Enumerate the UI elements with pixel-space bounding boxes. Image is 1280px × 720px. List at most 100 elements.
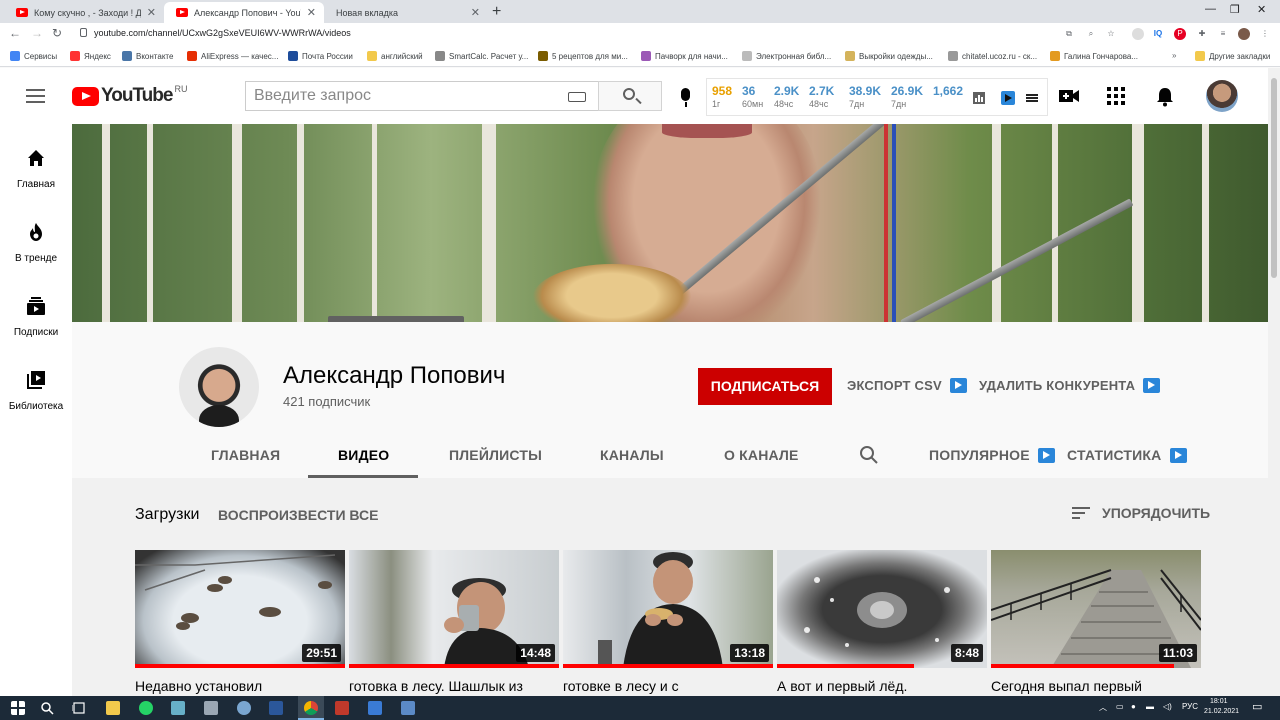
bar-chart-icon[interactable] (972, 91, 986, 105)
video-thumbnail[interactable]: 8:48 (777, 550, 987, 668)
puzzle-extensions-icon[interactable]: ✚ (1196, 28, 1208, 40)
video-thumbnail[interactable]: 14:48 (349, 550, 559, 668)
browser-tab-active[interactable]: Александр Попович - YouTube ✕ (164, 2, 324, 23)
whatsapp-icon[interactable] (139, 701, 153, 715)
video-title[interactable]: А вот и первый лёд. (777, 678, 987, 694)
bookmark-item[interactable]: AliExpress — качес... (187, 51, 278, 61)
create-video-icon[interactable] (1058, 87, 1080, 105)
remove-competitor-button[interactable]: УДАЛИТЬ КОНКУРЕНТА (979, 378, 1161, 393)
bookmark-item[interactable]: Другие закладки (1195, 51, 1270, 61)
menu-dots-icon[interactable]: ⋮ (1259, 28, 1271, 40)
keyboard-icon[interactable] (568, 92, 586, 102)
zoom-icon[interactable]: ⌕ (1085, 28, 1097, 40)
reading-list-icon[interactable]: ≡ (1217, 28, 1229, 40)
open-external-icon[interactable]: ⧉ (1063, 28, 1075, 40)
video-card[interactable]: 14:48 готовка в лесу. Шашлык из (349, 550, 559, 694)
notification-center-icon[interactable]: ▭ (1252, 700, 1262, 713)
account-avatar[interactable] (1206, 80, 1238, 112)
microphone-icon[interactable] (681, 88, 690, 107)
youtube-logo[interactable]: YouTube RU (72, 84, 187, 107)
clock-time[interactable]: 18:01 (1210, 698, 1228, 705)
tab-popular[interactable]: ПОПУЛЯРНОЕ (929, 447, 1055, 463)
tray-battery-icon[interactable]: ▬ (1146, 702, 1154, 711)
tray-volume-icon[interactable]: ◁) (1163, 702, 1172, 711)
bookmark-item[interactable]: Электронная библ... (742, 51, 831, 61)
close-window-icon[interactable]: ✕ (1257, 3, 1266, 16)
vidiq-icon[interactable] (1001, 91, 1015, 105)
video-thumbnail[interactable]: 29:51 (135, 550, 345, 668)
bookmark-star-icon[interactable]: ☆ (1105, 28, 1117, 40)
search-button[interactable] (598, 81, 662, 111)
bookmark-item[interactable]: Яндекс (70, 51, 111, 61)
back-icon[interactable]: ← (9, 26, 21, 40)
more-bookmarks-icon[interactable]: » (1172, 51, 1176, 60)
bookmark-item[interactable]: 5 рецептов для ми... (538, 51, 628, 61)
export-csv-button[interactable]: ЭКСПОРТ CSV (847, 378, 967, 393)
video-card[interactable]: 8:48 А вот и первый лёд. (777, 550, 987, 694)
close-icon[interactable]: ✕ (307, 6, 316, 19)
browser-tab[interactable]: Кому скучно , - Заходи ! Донат ... ✕ (4, 2, 164, 23)
app-icon[interactable] (237, 701, 251, 715)
video-card[interactable]: 29:51 Недавно установил (135, 550, 345, 694)
close-icon[interactable]: ✕ (147, 6, 156, 19)
video-title[interactable]: готовка в лесу. Шашлык из (349, 678, 559, 694)
profile-avatar-icon[interactable] (1238, 28, 1250, 40)
forward-icon[interactable]: → (31, 26, 43, 40)
sort-button[interactable]: УПОРЯДОЧИТЬ (1072, 505, 1210, 521)
close-icon[interactable]: ✕ (471, 6, 480, 19)
windows-start-icon[interactable] (11, 701, 25, 715)
tab-statistics[interactable]: СТАТИСТИКА (1067, 447, 1187, 463)
input-language[interactable]: РУС (1182, 702, 1198, 711)
page-scrollbar[interactable] (1268, 68, 1280, 696)
video-card[interactable]: 11:03 Сегодня выпал первый (991, 550, 1201, 694)
video-card[interactable]: 13:18 готовке в лесу и с (563, 550, 773, 694)
pinterest-icon[interactable]: P (1174, 28, 1186, 40)
tab-channels[interactable]: КАНАЛЫ (600, 447, 664, 463)
chrome-icon[interactable] (304, 701, 318, 715)
word-icon[interactable] (269, 701, 283, 715)
app-icon[interactable] (368, 701, 382, 715)
video-title[interactable]: Сегодня выпал первый (991, 678, 1201, 694)
tray-network-icon[interactable]: ▭ (1116, 702, 1124, 711)
calculator-app-icon[interactable] (401, 701, 415, 715)
clock-date[interactable]: 21.02.2021 (1204, 708, 1239, 715)
scrollbar-thumb[interactable] (1271, 78, 1277, 278)
video-thumbnail[interactable]: 13:18 (563, 550, 773, 668)
app-icon[interactable] (171, 701, 185, 715)
guide-item-library[interactable]: Библиотека (0, 370, 72, 412)
channel-avatar[interactable] (179, 347, 259, 427)
subscribe-button[interactable]: ПОДПИСАТЬСЯ (698, 368, 832, 405)
video-editor-icon[interactable] (335, 701, 349, 715)
apps-icon[interactable] (1107, 87, 1125, 105)
bookmark-item[interactable]: Выкройки одежды... (845, 51, 933, 61)
app-icon[interactable] (204, 701, 218, 715)
notifications-bell-icon[interactable] (1156, 87, 1174, 107)
bookmark-item[interactable]: chitatel.ucoz.ru - ск... (948, 51, 1037, 61)
file-explorer-icon[interactable] (106, 701, 120, 715)
video-thumbnail[interactable]: 11:03 (991, 550, 1201, 668)
search-input[interactable] (246, 82, 546, 110)
list-menu-icon[interactable] (1025, 91, 1039, 105)
bookmark-item[interactable]: английский (367, 51, 423, 61)
tab-home[interactable]: ГЛАВНАЯ (211, 447, 280, 463)
browser-tab[interactable]: Новая вкладка ✕ (324, 2, 488, 23)
tab-playlists[interactable]: ПЛЕЙЛИСТЫ (449, 447, 542, 463)
guide-item-home[interactable]: Главная (0, 148, 72, 190)
extension-icon[interactable] (1132, 28, 1144, 40)
guide-item-trending[interactable]: В тренде (0, 222, 72, 264)
bookmark-item[interactable]: Сервисы (10, 51, 57, 61)
tab-videos[interactable]: ВИДЕО (338, 447, 389, 463)
bookmark-item[interactable]: SmartCalc. Расчет у... (435, 51, 528, 61)
bookmark-item[interactable]: Вконтакте (122, 51, 173, 61)
guide-menu-icon[interactable] (26, 89, 45, 103)
tray-chevron-icon[interactable]: ︿ (1099, 702, 1107, 713)
bookmark-item[interactable]: Почта России (288, 51, 353, 61)
bookmark-item[interactable]: Галина Гончарова... (1050, 51, 1138, 61)
channel-search-icon[interactable] (859, 445, 879, 465)
task-view-icon[interactable] (72, 701, 86, 715)
tray-mic-icon[interactable]: ● (1131, 702, 1136, 711)
play-all-button[interactable]: ВОСПРОИЗВЕСТИ ВСЕ (218, 507, 378, 523)
new-tab-button[interactable]: + (492, 3, 501, 21)
video-title[interactable]: Недавно установил (135, 678, 345, 694)
reload-icon[interactable]: ↻ (52, 26, 62, 40)
